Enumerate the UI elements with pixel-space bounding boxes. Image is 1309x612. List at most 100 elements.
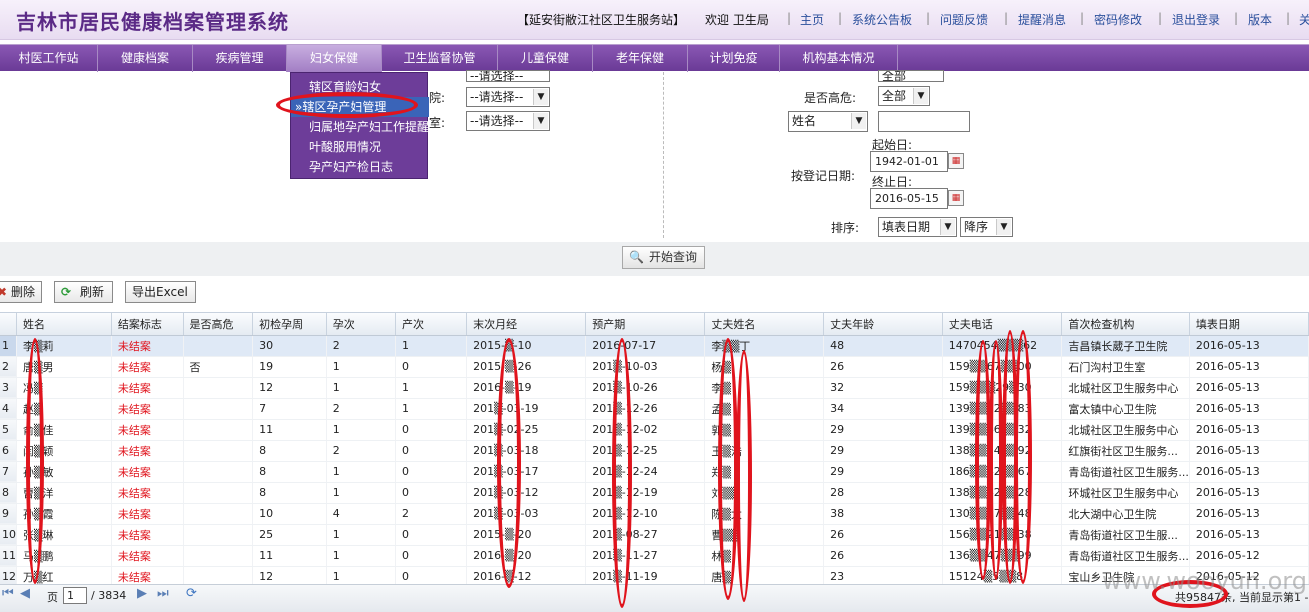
table-cell: 201▒-10-03	[585, 356, 706, 378]
search-field-select[interactable]: 姓名 ▼	[788, 111, 868, 132]
table-row[interactable]: 11 马▒鹏 未结案 11 1 0 2016-▒-20 201▒-11-27 林▒ 26 136▒▒…	[0, 545, 1309, 567]
column-header[interactable]: 是否高危	[183, 313, 254, 336]
start-date-input[interactable]: 1942-01-01	[870, 151, 948, 172]
feedback-link[interactable]: 问题反馈	[940, 11, 988, 28]
table-cell: 201▒-12-26	[585, 398, 706, 420]
row-number: 11	[0, 545, 17, 567]
column-header[interactable]: 丈夫电话	[942, 313, 1063, 336]
column-header[interactable]: 丈夫年龄	[823, 313, 943, 336]
announcement-link[interactable]: 系统公告板	[852, 11, 912, 28]
table-row[interactable]: 1 李▒莉 未结案 30 2 1 2015-▒-10 2016-07-17 李▒▒丁 48 1470…	[0, 335, 1309, 357]
next-page-icon[interactable]: ▶	[137, 586, 147, 601]
logout-link[interactable]: 退出登录	[1172, 11, 1220, 28]
column-header[interactable]: 结案标志	[111, 313, 184, 336]
station-name: 【延安街敝江社区卫生服务站】	[517, 13, 686, 27]
chevron-down-icon: ▼	[913, 88, 928, 104]
grid-header-row: 姓名 结案标志 是否高危 初检孕周 孕次 产次 末次月经 预产期 丈夫姓名 丈夫…	[0, 313, 1309, 336]
column-header[interactable]: 产次	[395, 313, 468, 336]
table-row[interactable]: 10 张▒琳 未结案 25 1 0 2015-▒-20 201▒-08-27 曹▒▒ 26 156▒…	[0, 524, 1309, 546]
table-cell: 未结案	[111, 545, 184, 567]
export-excel-button[interactable]: 导出Excel	[125, 281, 196, 303]
nav-village-doctor[interactable]: 村医工作站	[0, 45, 98, 72]
home-link[interactable]: 主页	[800, 11, 824, 28]
table-cell: 2016-05-13	[1189, 377, 1309, 399]
calendar-icon[interactable]: ▦	[948, 153, 964, 169]
register-date-label: 按登记日期:	[791, 169, 856, 183]
table-row[interactable]: 4 赵▒ 未结案 7 2 1 201▒-03-19 201▒-12-26 孟▒ 34 139▒▒32…	[0, 398, 1309, 420]
version-link[interactable]: 版本	[1248, 11, 1272, 28]
table-cell: 0	[395, 566, 468, 586]
menu-item-prenatal-log[interactable]: 孕产妇产检日志	[291, 157, 429, 177]
reload-icon[interactable]: ⟳	[186, 586, 197, 601]
table-row[interactable]: 6 闫▒颖 未结案 8 2 0 201▒-03-18 201▒-12-25 王▒浩 29 138▒▒…	[0, 440, 1309, 462]
hospital-label: 院:	[429, 91, 446, 105]
column-header[interactable]: 孕次	[326, 313, 396, 336]
delete-button[interactable]: ✖ 删除	[0, 281, 42, 303]
column-header[interactable]: 首次检查机构	[1061, 313, 1190, 336]
table-row[interactable]: 8 曹▒洋 未结案 8 1 0 201▒-03-12 201▒-12-19 刘▒▒ 28 138▒▒…	[0, 482, 1309, 504]
nav-child-health[interactable]: 儿童保健	[498, 45, 593, 72]
table-cell: 1	[326, 461, 396, 483]
table-cell: 2016-05-13	[1189, 398, 1309, 420]
nav-health-records[interactable]: 健康档案	[98, 45, 193, 72]
column-header[interactable]: 初检孕周	[252, 313, 327, 336]
column-header[interactable]: 末次月经	[466, 313, 587, 336]
table-cell: 1	[395, 335, 468, 357]
page-number-input[interactable]: 1	[63, 587, 87, 604]
column-header[interactable]: 姓名	[16, 313, 112, 336]
refresh-button[interactable]: ⟳ 刷新	[54, 281, 113, 303]
sort-order-select[interactable]: 降序 ▼	[960, 217, 1013, 237]
nav-elderly-health[interactable]: 老年保健	[593, 45, 688, 72]
clipped-select-right[interactable]: 全部	[878, 70, 944, 82]
table-cell: 2	[326, 335, 396, 357]
prev-page-icon[interactable]: ◀	[20, 586, 30, 601]
column-header[interactable]: 预产期	[585, 313, 706, 336]
high-risk-label: 是否高危:	[804, 91, 857, 105]
total-pages: / 3834	[91, 589, 127, 602]
table-cell: 32	[823, 377, 943, 399]
search-form	[0, 72, 1309, 242]
table-row[interactable]: 2 唐▒男 未结案否 19 1 0 2015-▒-26 201▒-10-03 杨▒ 26 159▒▒…	[0, 356, 1309, 378]
sort-field-select[interactable]: 填表日期 ▼	[878, 217, 957, 237]
end-date-input[interactable]: 2016-05-15	[870, 188, 948, 209]
nav-health-supervision[interactable]: 卫生监督协管	[382, 45, 498, 72]
table-row[interactable]: 3 冯▒ 未结案 12 1 1 2016-▒-19 201▒-10-26 李▒ 32 159▒▒▒2…	[0, 377, 1309, 399]
hospital-select[interactable]: --请选择-- ▼	[466, 87, 550, 107]
search-input[interactable]	[878, 111, 970, 132]
calendar-icon[interactable]: ▦	[948, 190, 964, 206]
column-header[interactable]: 丈夫姓名	[704, 313, 825, 336]
table-cell: 26	[823, 545, 943, 567]
table-row[interactable]: 7 孙▒敏 未结案 8 1 0 201▒-03-17 201▒-12-24 郑▒ 29 186▒▒4…	[0, 461, 1309, 483]
change-password-link[interactable]: 密码修改	[1094, 11, 1142, 28]
close-link[interactable]: 关	[1299, 11, 1309, 28]
table-cell: 2	[326, 440, 396, 462]
table-row[interactable]: 5 俞▒佳 未结案 11 1 0 201▒-02-25 201▒-12-02 郭▒ 29 139▒▒…	[0, 419, 1309, 441]
nav-institution-info[interactable]: 机构基本情况	[780, 45, 898, 72]
row-number: 3	[0, 377, 17, 399]
nav-disease-management[interactable]: 疾病管理	[193, 45, 287, 72]
table-cell: 2016-05-13	[1189, 440, 1309, 462]
table-row[interactable]: 9 孙▒霞 未结案 10 4 2 201▒-03-03 201▒-12-10 陈▒太 38 130▒…	[0, 503, 1309, 525]
nav-women-health[interactable]: 妇女保健	[287, 45, 382, 72]
reminder-link[interactable]: 提醒消息	[1018, 11, 1066, 28]
table-cell: 8	[252, 461, 327, 483]
menu-item-pregnant-reminder[interactable]: 归属地孕产妇工作提醒	[291, 117, 429, 137]
column-header[interactable]: 填表日期	[1189, 313, 1309, 336]
table-cell: 29	[823, 440, 943, 462]
table-cell: 未结案	[111, 440, 184, 462]
table-cell: 201▒-12-02	[585, 419, 706, 441]
first-page-icon[interactable]: ⏮	[2, 586, 14, 601]
link-separator: |	[1158, 11, 1163, 25]
table-cell: 0	[395, 440, 468, 462]
clipped-select[interactable]: --请选择--	[466, 70, 550, 82]
link-separator: |	[1080, 11, 1085, 25]
menu-item-folic-acid[interactable]: 叶酸服用情况	[291, 137, 429, 157]
table-cell: 25	[252, 524, 327, 546]
high-risk-select[interactable]: 全部 ▼	[878, 86, 930, 106]
table-cell: 1470454▒▒▒62	[942, 335, 1063, 357]
start-query-button[interactable]: 🔍 开始查询	[622, 246, 705, 269]
room-select[interactable]: --请选择-- ▼	[466, 111, 550, 131]
nav-immunization[interactable]: 计划免疫	[688, 45, 780, 72]
table-cell: 159▒▒67▒▒00	[942, 356, 1063, 378]
last-page-icon[interactable]: ⏭	[157, 586, 169, 601]
